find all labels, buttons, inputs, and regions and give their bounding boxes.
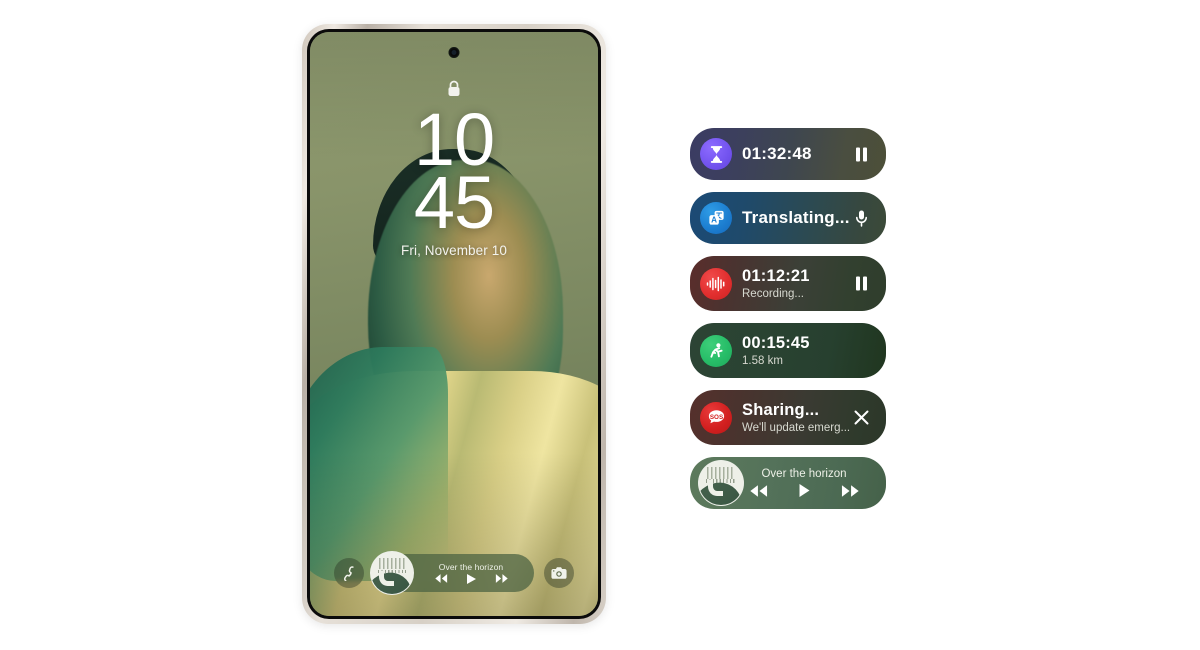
running-duration: 00:15:45	[742, 334, 810, 352]
close-button[interactable]	[850, 407, 872, 429]
album-art	[370, 551, 414, 595]
translate-status: Translating...	[742, 208, 850, 227]
clock-minutes: 45	[413, 160, 495, 244]
microphone-button[interactable]	[850, 207, 872, 229]
recorder-status: Recording...	[742, 288, 805, 300]
lockscreen-bottom-bar: Over the horizon	[310, 551, 598, 595]
sos-bubble-icon: SOS	[700, 401, 732, 434]
media-play-button[interactable]	[466, 573, 477, 585]
media-track-title: Over the horizon	[438, 561, 504, 572]
lock-icon	[447, 80, 462, 98]
media-next-button[interactable]	[495, 573, 509, 584]
live-notification-list: 01:32:48 A Translating... 01:12:21 Recor…	[690, 128, 886, 509]
clock-date: Fri, November 10	[401, 243, 507, 259]
camera-icon	[551, 566, 567, 580]
phone-bezel: 10 45 Fri, November 10 Over the horizon	[307, 29, 601, 619]
svg-text:A: A	[711, 215, 717, 224]
camera-shortcut[interactable]	[544, 558, 574, 588]
running-distance: 1.58 km	[742, 355, 783, 367]
screenshot-canvas: 10 45 Fri, November 10 Over the horizon …	[0, 0, 1200, 650]
notification-music-player[interactable]: Over the horizon	[690, 457, 886, 509]
phone-device: 10 45 Fri, November 10 Over the horizon	[302, 24, 606, 624]
translate-icon: A	[700, 202, 732, 234]
media-previous-button[interactable]	[434, 573, 448, 584]
svg-text:SOS: SOS	[709, 414, 722, 421]
lockscreen-media-player[interactable]: Over the horizon	[370, 551, 534, 595]
notification-running[interactable]: 00:15:45 1.58 km	[690, 323, 886, 378]
hourglass-icon	[700, 138, 732, 170]
notification-translate[interactable]: A Translating...	[690, 192, 886, 244]
pause-button[interactable]	[850, 273, 872, 295]
lockscreen-clock: 10 45 Fri, November 10	[401, 103, 507, 259]
notification-emergency-sharing[interactable]: SOS Sharing... We'll update emerg...	[690, 390, 886, 445]
album-art	[698, 460, 744, 506]
pause-button[interactable]	[850, 143, 872, 165]
phone-screen: 10 45 Fri, November 10 Over the horizon	[310, 32, 598, 616]
phone-dialer-shortcut[interactable]	[334, 558, 364, 588]
running-person-icon	[700, 334, 732, 367]
recorder-value: 01:12:21	[742, 267, 810, 285]
sharing-detail: We'll update emerg...	[742, 422, 851, 434]
phone-dialer-icon	[342, 565, 357, 581]
media-next-button[interactable]	[841, 484, 860, 498]
timer-value: 01:32:48	[742, 144, 812, 163]
voice-waveform-icon	[700, 267, 732, 300]
front-camera-icon	[448, 47, 460, 58]
sharing-status: Sharing...	[742, 401, 820, 419]
notification-timer[interactable]: 01:32:48	[690, 128, 886, 180]
media-play-button[interactable]	[798, 483, 811, 498]
media-previous-button[interactable]	[749, 484, 768, 498]
media-track-title: Over the horizon	[761, 468, 847, 480]
notification-recorder[interactable]: 01:12:21 Recording...	[690, 256, 886, 311]
